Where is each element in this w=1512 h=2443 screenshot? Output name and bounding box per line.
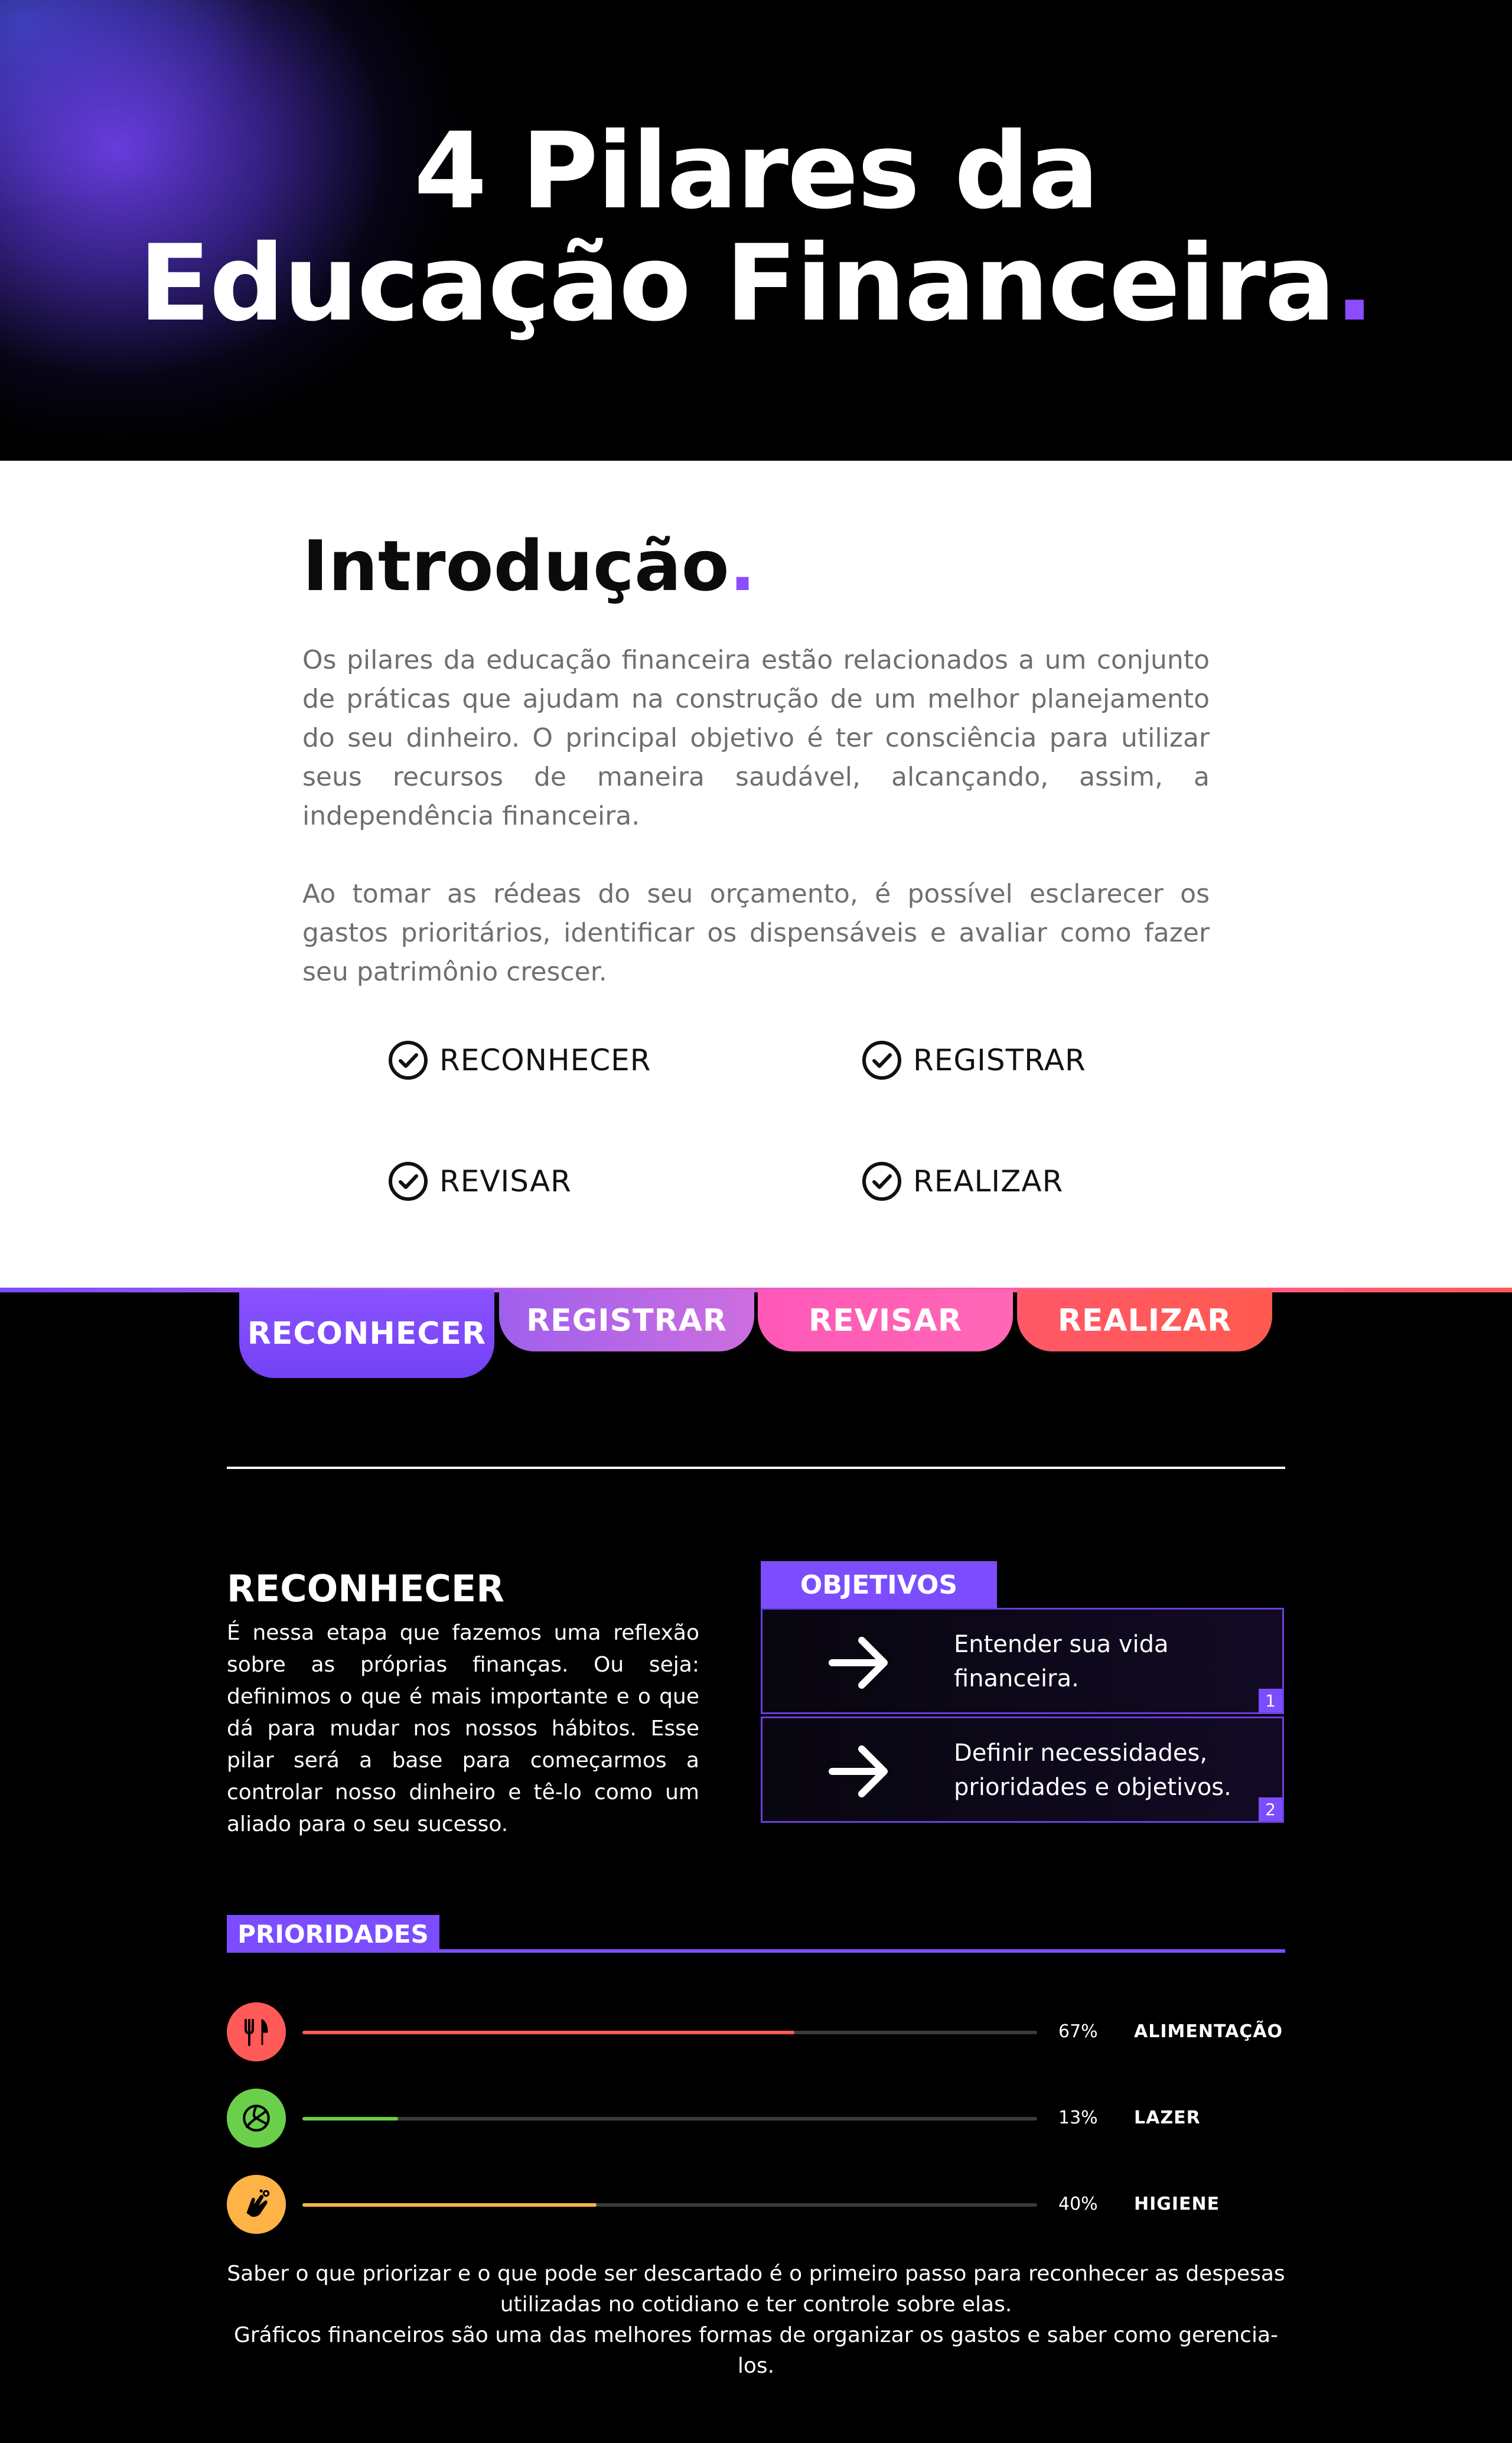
progress-fill — [302, 2117, 398, 2120]
progress-track — [302, 2031, 1037, 2034]
priority-label: LAZER — [1134, 2108, 1201, 2128]
checklist-item-reconhecer: RECONHECER — [387, 1037, 651, 1084]
check-circle-icon — [389, 1041, 428, 1080]
tab-label: REALIZAR — [1057, 1302, 1232, 1338]
objective-item: Entender sua vida financeira. 1 — [761, 1608, 1284, 1714]
priority-label: HIGIENE — [1134, 2194, 1220, 2214]
title-line-1: 4 Pilares da — [413, 110, 1099, 232]
progress-fill — [302, 2031, 795, 2034]
title-line-2: Educação Financeira — [138, 222, 1336, 344]
checklist-label: REVISAR — [439, 1164, 572, 1198]
tab-label: REGISTRAR — [526, 1302, 727, 1338]
page-title: 4 Pilares da Educação Financeira. — [0, 115, 1512, 340]
priorities-label: PRIORIDADES — [227, 1915, 439, 1953]
priorities-underline — [227, 1949, 1285, 1953]
objectives-label: OBJETIVOS — [761, 1561, 997, 1608]
footer-line-1: Saber o que priorizar e o que pode ser d… — [227, 2262, 1285, 2317]
priority-row-lazer: 13% LAZER — [227, 2089, 1285, 2148]
volleyball-icon — [227, 2089, 286, 2148]
checklist-item-realizar: REALIZAR — [861, 1158, 1063, 1205]
section-title: RECONHECER — [227, 1567, 505, 1610]
tab-reconhecer[interactable]: RECONHECER — [239, 1289, 494, 1378]
intro-heading-dot: . — [729, 525, 756, 607]
progress-track — [302, 2203, 1037, 2207]
fork-knife-icon — [227, 2002, 286, 2061]
checklist-item-revisar: REVISAR — [387, 1158, 572, 1205]
intro-heading-text: Introdução — [302, 525, 729, 607]
priority-label: ALIMENTAÇÃO — [1134, 2021, 1283, 2042]
footer-line-2: Gráficos financeiros são uma das melhore… — [233, 2323, 1279, 2378]
intro-section: Introdução. Os pilares da educação finan… — [0, 461, 1512, 1288]
checklist-label: REGISTRAR — [913, 1043, 1086, 1077]
intro-heading: Introdução. — [302, 525, 756, 607]
progress-fill — [302, 2203, 597, 2207]
check-circle-icon — [862, 1162, 901, 1201]
objective-text: Entender sua vida financeira. — [954, 1631, 1169, 1692]
arrow-right-icon — [829, 1637, 888, 1689]
priority-row-alimentacao: 67% ALIMENTAÇÃO — [227, 2002, 1285, 2061]
title-dot: . — [1334, 222, 1374, 344]
check-circle-icon — [389, 1162, 428, 1201]
objective-number: 1 — [1259, 1689, 1282, 1712]
intro-paragraph-1: Os pilares da educação financeira estão … — [302, 645, 1210, 831]
checklist-label: RECONHECER — [439, 1043, 651, 1077]
footer-text: Saber o que priorizar e o que pode ser d… — [227, 2259, 1285, 2382]
checklist-item-registrar: REGISTRAR — [861, 1037, 1086, 1084]
check-circle-icon — [862, 1041, 901, 1080]
hero-banner: 4 Pilares da Educação Financeira. — [0, 0, 1512, 461]
arrow-right-icon — [829, 1745, 888, 1797]
priority-percent: 40% — [1058, 2194, 1098, 2214]
objective-text: Definir necessidades, prioridades e obje… — [954, 1740, 1231, 1801]
tab-label: REVISAR — [809, 1302, 962, 1338]
tabs-gradient-line — [0, 1288, 1512, 1292]
progress-track — [302, 2117, 1037, 2120]
tab-realizar[interactable]: REALIZAR — [1017, 1289, 1272, 1351]
tab-revisar[interactable]: REVISAR — [758, 1289, 1013, 1351]
checklist-label: REALIZAR — [913, 1164, 1064, 1198]
washing-hands-icon — [227, 2175, 286, 2234]
tab-registrar[interactable]: REGISTRAR — [499, 1289, 754, 1351]
tab-label: RECONHECER — [247, 1316, 487, 1351]
intro-paragraph-2: Ao tomar as rédeas do seu orçamento, é p… — [302, 879, 1210, 987]
section-divider — [227, 1467, 1285, 1469]
priority-percent: 13% — [1058, 2108, 1098, 2128]
priority-row-higiene: 40% HIGIENE — [227, 2175, 1285, 2234]
objective-item: Definir necessidades, prioridades e obje… — [761, 1716, 1284, 1823]
objective-number: 2 — [1259, 1797, 1282, 1821]
priority-percent: 67% — [1058, 2021, 1098, 2042]
section-body: É nessa etapa que fazemos uma reflexão s… — [227, 1621, 699, 1836]
